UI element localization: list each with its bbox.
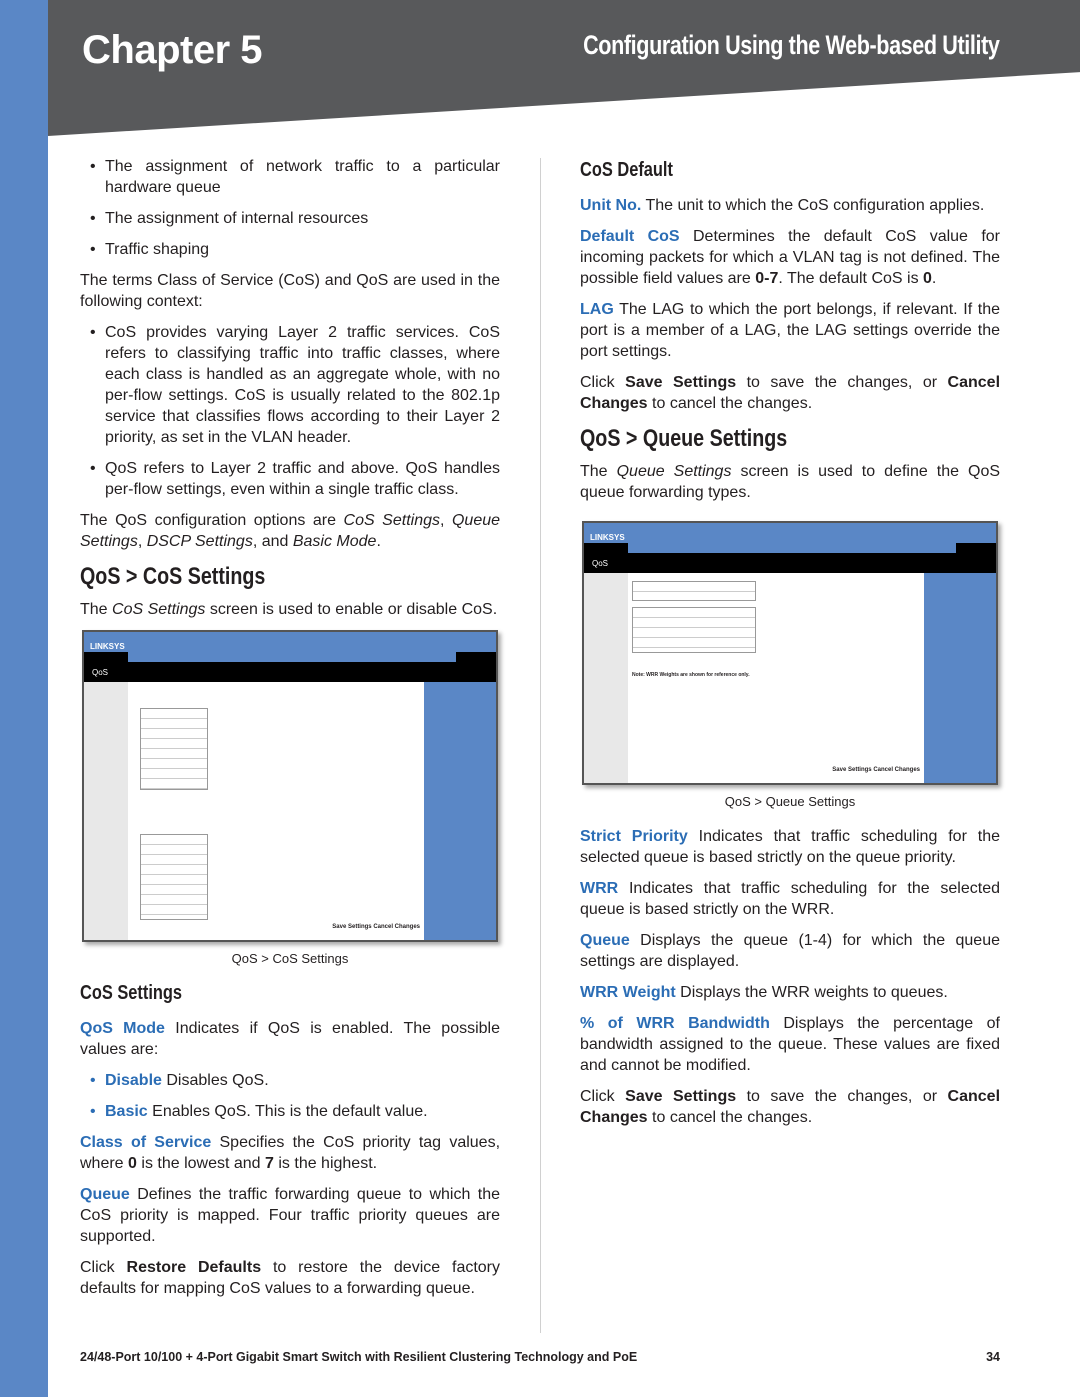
definition: LAG The LAG to which the port belongs, i… xyxy=(580,301,1000,360)
definition: Default CoS Determines the default CoS v… xyxy=(580,228,1000,287)
screenshot-buttons: Save Settings Cancel Changes xyxy=(332,924,420,930)
subsection-heading: CoS Default xyxy=(580,159,673,181)
definition: Strict Priority Indicates that traffic s… xyxy=(580,828,1001,866)
cos-settings-screenshot: LINKSYS QoS Save Settings Cancel Changes xyxy=(82,630,498,942)
section-label: QoS xyxy=(92,668,109,677)
figure-caption: QoS > Queue Settings xyxy=(724,794,856,809)
side-strip xyxy=(0,0,48,1397)
definition: QoS Mode Indicates if QoS is enabled. Th… xyxy=(80,1020,501,1058)
definition: Class of Service Specifies the CoS prior… xyxy=(80,1134,501,1172)
paragraph: The CoS Settings screen is used to enabl… xyxy=(80,601,498,618)
page-number: 34 xyxy=(986,1350,1000,1364)
paragraph: Click Save Settings to save the changes,… xyxy=(580,374,1001,412)
chapter-title: Configuration Using the Web-based Utilit… xyxy=(583,30,1001,60)
footer-product: 24/48-Port 10/100 + 4-Port Gigabit Smart… xyxy=(80,1350,638,1364)
definition: WRR Weight Displays the WRR weights to q… xyxy=(580,984,948,1001)
figure-caption: QoS > CoS Settings xyxy=(231,951,349,966)
right-column: CoS Default Unit No. The unit to which t… xyxy=(580,150,1000,1138)
definition: Queue Displays the queue (1-4) for which… xyxy=(580,932,1000,970)
paragraph: The terms Class of Service (CoS) and QoS… xyxy=(80,272,500,310)
chapter-label: Chapter 5 xyxy=(82,28,263,72)
list-item: Traffic shaping xyxy=(80,239,500,260)
linksys-logo: LINKSYS xyxy=(84,632,496,652)
column-divider xyxy=(540,158,541,1333)
list-item: The assignment of internal resources xyxy=(80,208,500,229)
list-item: Basic Enables QoS. This is the default v… xyxy=(80,1101,500,1122)
queue-settings-screenshot: LINKSYS QoS Note: WRR Weights are shown … xyxy=(582,521,998,785)
paragraph: Click Restore Defaults to restore the de… xyxy=(80,1259,501,1297)
left-column: The assignment of network traffic to a p… xyxy=(80,156,500,1309)
paragraph: The Queue Settings screen is used to def… xyxy=(580,463,1001,501)
definition: Unit No. The unit to which the CoS confi… xyxy=(580,197,985,214)
paragraph: The QoS configuration options are CoS Se… xyxy=(80,512,501,550)
list-item: Disable Disables QoS. xyxy=(80,1070,500,1091)
section-heading: QoS > CoS Settings xyxy=(80,563,266,590)
screenshot-note: Note: WRR Weights are shown for referenc… xyxy=(632,672,750,678)
definition: WRR Indicates that traffic scheduling fo… xyxy=(580,880,1000,918)
list-item: QoS refers to Layer 2 traffic and above.… xyxy=(80,458,500,500)
definition: Queue Defines the traffic forwarding que… xyxy=(80,1186,500,1245)
section-heading: QoS > Queue Settings xyxy=(580,425,788,452)
list-item: The assignment of network traffic to a p… xyxy=(80,156,500,198)
subsection-heading: CoS Settings xyxy=(80,982,183,1004)
list-item: CoS provides varying Layer 2 traffic ser… xyxy=(80,322,500,448)
paragraph: Click Save Settings to save the changes,… xyxy=(580,1088,1001,1126)
definition: % of WRR Bandwidth Displays the percenta… xyxy=(580,1015,1001,1074)
linksys-logo: LINKSYS xyxy=(584,523,996,543)
section-label: QoS xyxy=(592,559,609,568)
screenshot-buttons: Save Settings Cancel Changes xyxy=(832,767,920,773)
